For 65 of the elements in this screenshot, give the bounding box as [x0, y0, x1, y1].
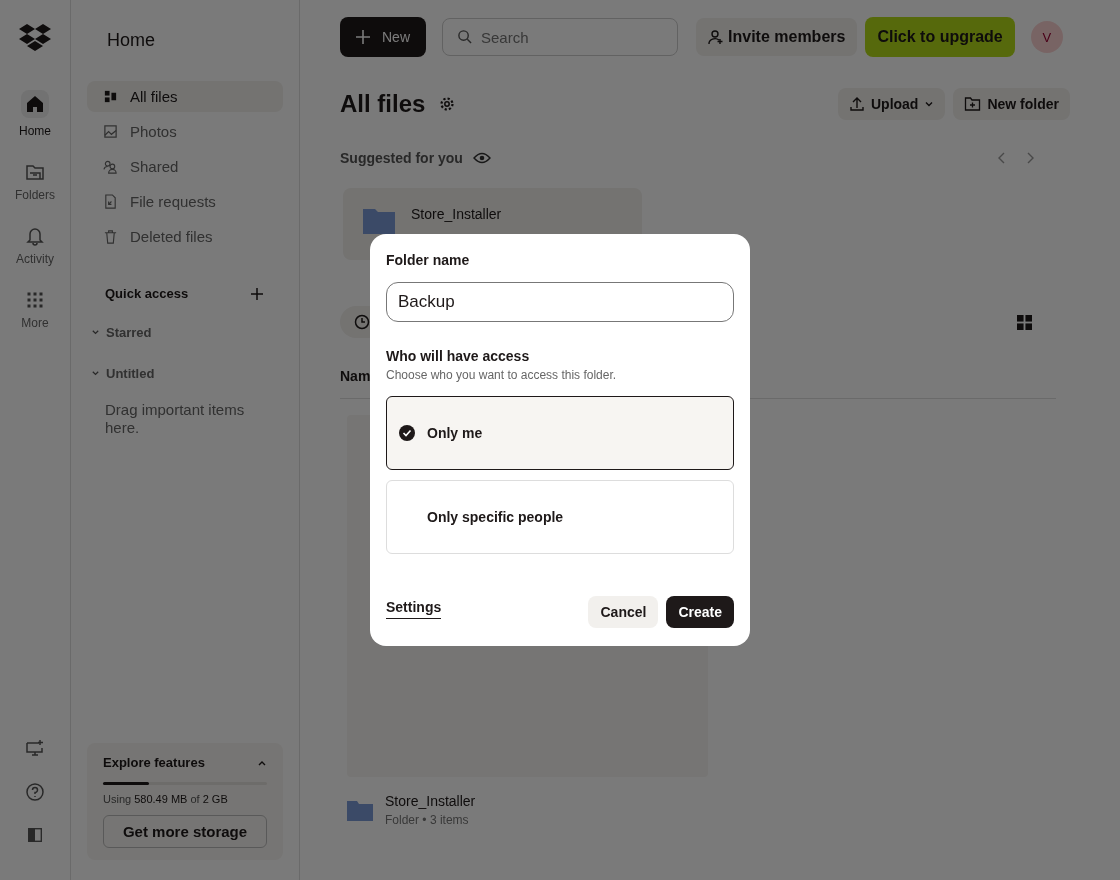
logo-icon — [19, 24, 51, 52]
page-title: All files — [340, 90, 426, 118]
upload-icon — [848, 96, 865, 112]
section-heading: Suggested for you — [340, 150, 463, 166]
file-icon — [103, 194, 118, 209]
sidebar-item[interactable]: All files — [87, 81, 283, 112]
trash-icon — [103, 229, 118, 244]
invite-button[interactable]: Invite members — [696, 18, 858, 56]
files-icon — [103, 89, 118, 104]
grid-view-icon[interactable] — [1017, 314, 1032, 330]
home-icon — [21, 90, 49, 118]
sidebar-item[interactable]: Shared — [87, 151, 283, 182]
section-heading: Who will have access — [386, 348, 531, 364]
settings-icon[interactable] — [439, 96, 456, 112]
folder-plus-icon — [964, 96, 982, 112]
sidebar-item[interactable]: Photos — [87, 116, 283, 147]
settings-link[interactable]: Settings — [386, 599, 442, 619]
sidebar-title: Home — [106, 30, 156, 51]
search-field[interactable]: Search — [442, 18, 678, 56]
chevron-icon — [91, 369, 100, 378]
collapsible-section[interactable]: Starred — [87, 319, 283, 346]
sidebar-item[interactable]: File requests — [87, 186, 283, 217]
check-circle-icon — [399, 425, 415, 441]
person-add-icon — [708, 29, 724, 45]
card-title: Explore features — [103, 755, 205, 770]
file-meta: Folder • 3 items — [385, 813, 470, 827]
eye-icon[interactable] — [472, 152, 491, 164]
upgrade-button[interactable]: Click to upgrade — [865, 17, 1015, 57]
usage-text: Using 580.49 MB of 2 GB — [103, 793, 229, 805]
folder-name-field[interactable]: Backup — [386, 282, 734, 322]
panel-icon[interactable] — [26, 826, 44, 844]
clock-icon — [354, 314, 370, 330]
cancel-button[interactable]: Cancel — [588, 596, 659, 628]
create-button[interactable]: Create — [666, 596, 734, 628]
add-icon[interactable] — [251, 287, 263, 300]
grid-dots-icon — [25, 290, 45, 310]
bell-icon — [25, 226, 45, 246]
caret-icon — [924, 99, 935, 109]
people-icon — [103, 159, 118, 174]
file-name: Store_Installer — [411, 206, 502, 222]
help-icon[interactable] — [25, 782, 45, 802]
get-storage-button[interactable]: Get more storage — [103, 815, 267, 848]
folder-icon — [25, 162, 45, 182]
chevron-icon — [91, 328, 100, 337]
plus-icon — [356, 30, 370, 44]
sidebar-item[interactable]: Deleted files — [87, 221, 283, 252]
access-option[interactable]: Only me — [386, 396, 734, 470]
file-name[interactable]: Store_Installer — [385, 793, 476, 809]
access-option[interactable]: Only specific people — [386, 480, 734, 554]
folder-icon — [363, 206, 395, 234]
upload-button[interactable]: Upload — [837, 88, 946, 120]
new-folder-button[interactable]: New folder — [953, 88, 1070, 120]
avatar[interactable]: V — [1030, 21, 1063, 53]
image-icon — [103, 124, 118, 139]
rail-item[interactable]: More — [7, 286, 63, 334]
new-button[interactable]: New — [340, 17, 426, 57]
folder-icon — [347, 799, 373, 821]
section-heading: Quick access — [105, 286, 189, 301]
rail-item[interactable]: Home — [7, 86, 63, 142]
collapsible-section[interactable]: Untitled — [87, 360, 283, 387]
desktop-icon[interactable] — [25, 738, 45, 758]
rail-item[interactable]: Activity — [7, 222, 63, 270]
hint-text: Drag important items here. — [105, 401, 246, 437]
hint-text: Choose who you want to access this folder. — [386, 368, 618, 382]
rail-item[interactable]: Folders — [7, 158, 63, 206]
